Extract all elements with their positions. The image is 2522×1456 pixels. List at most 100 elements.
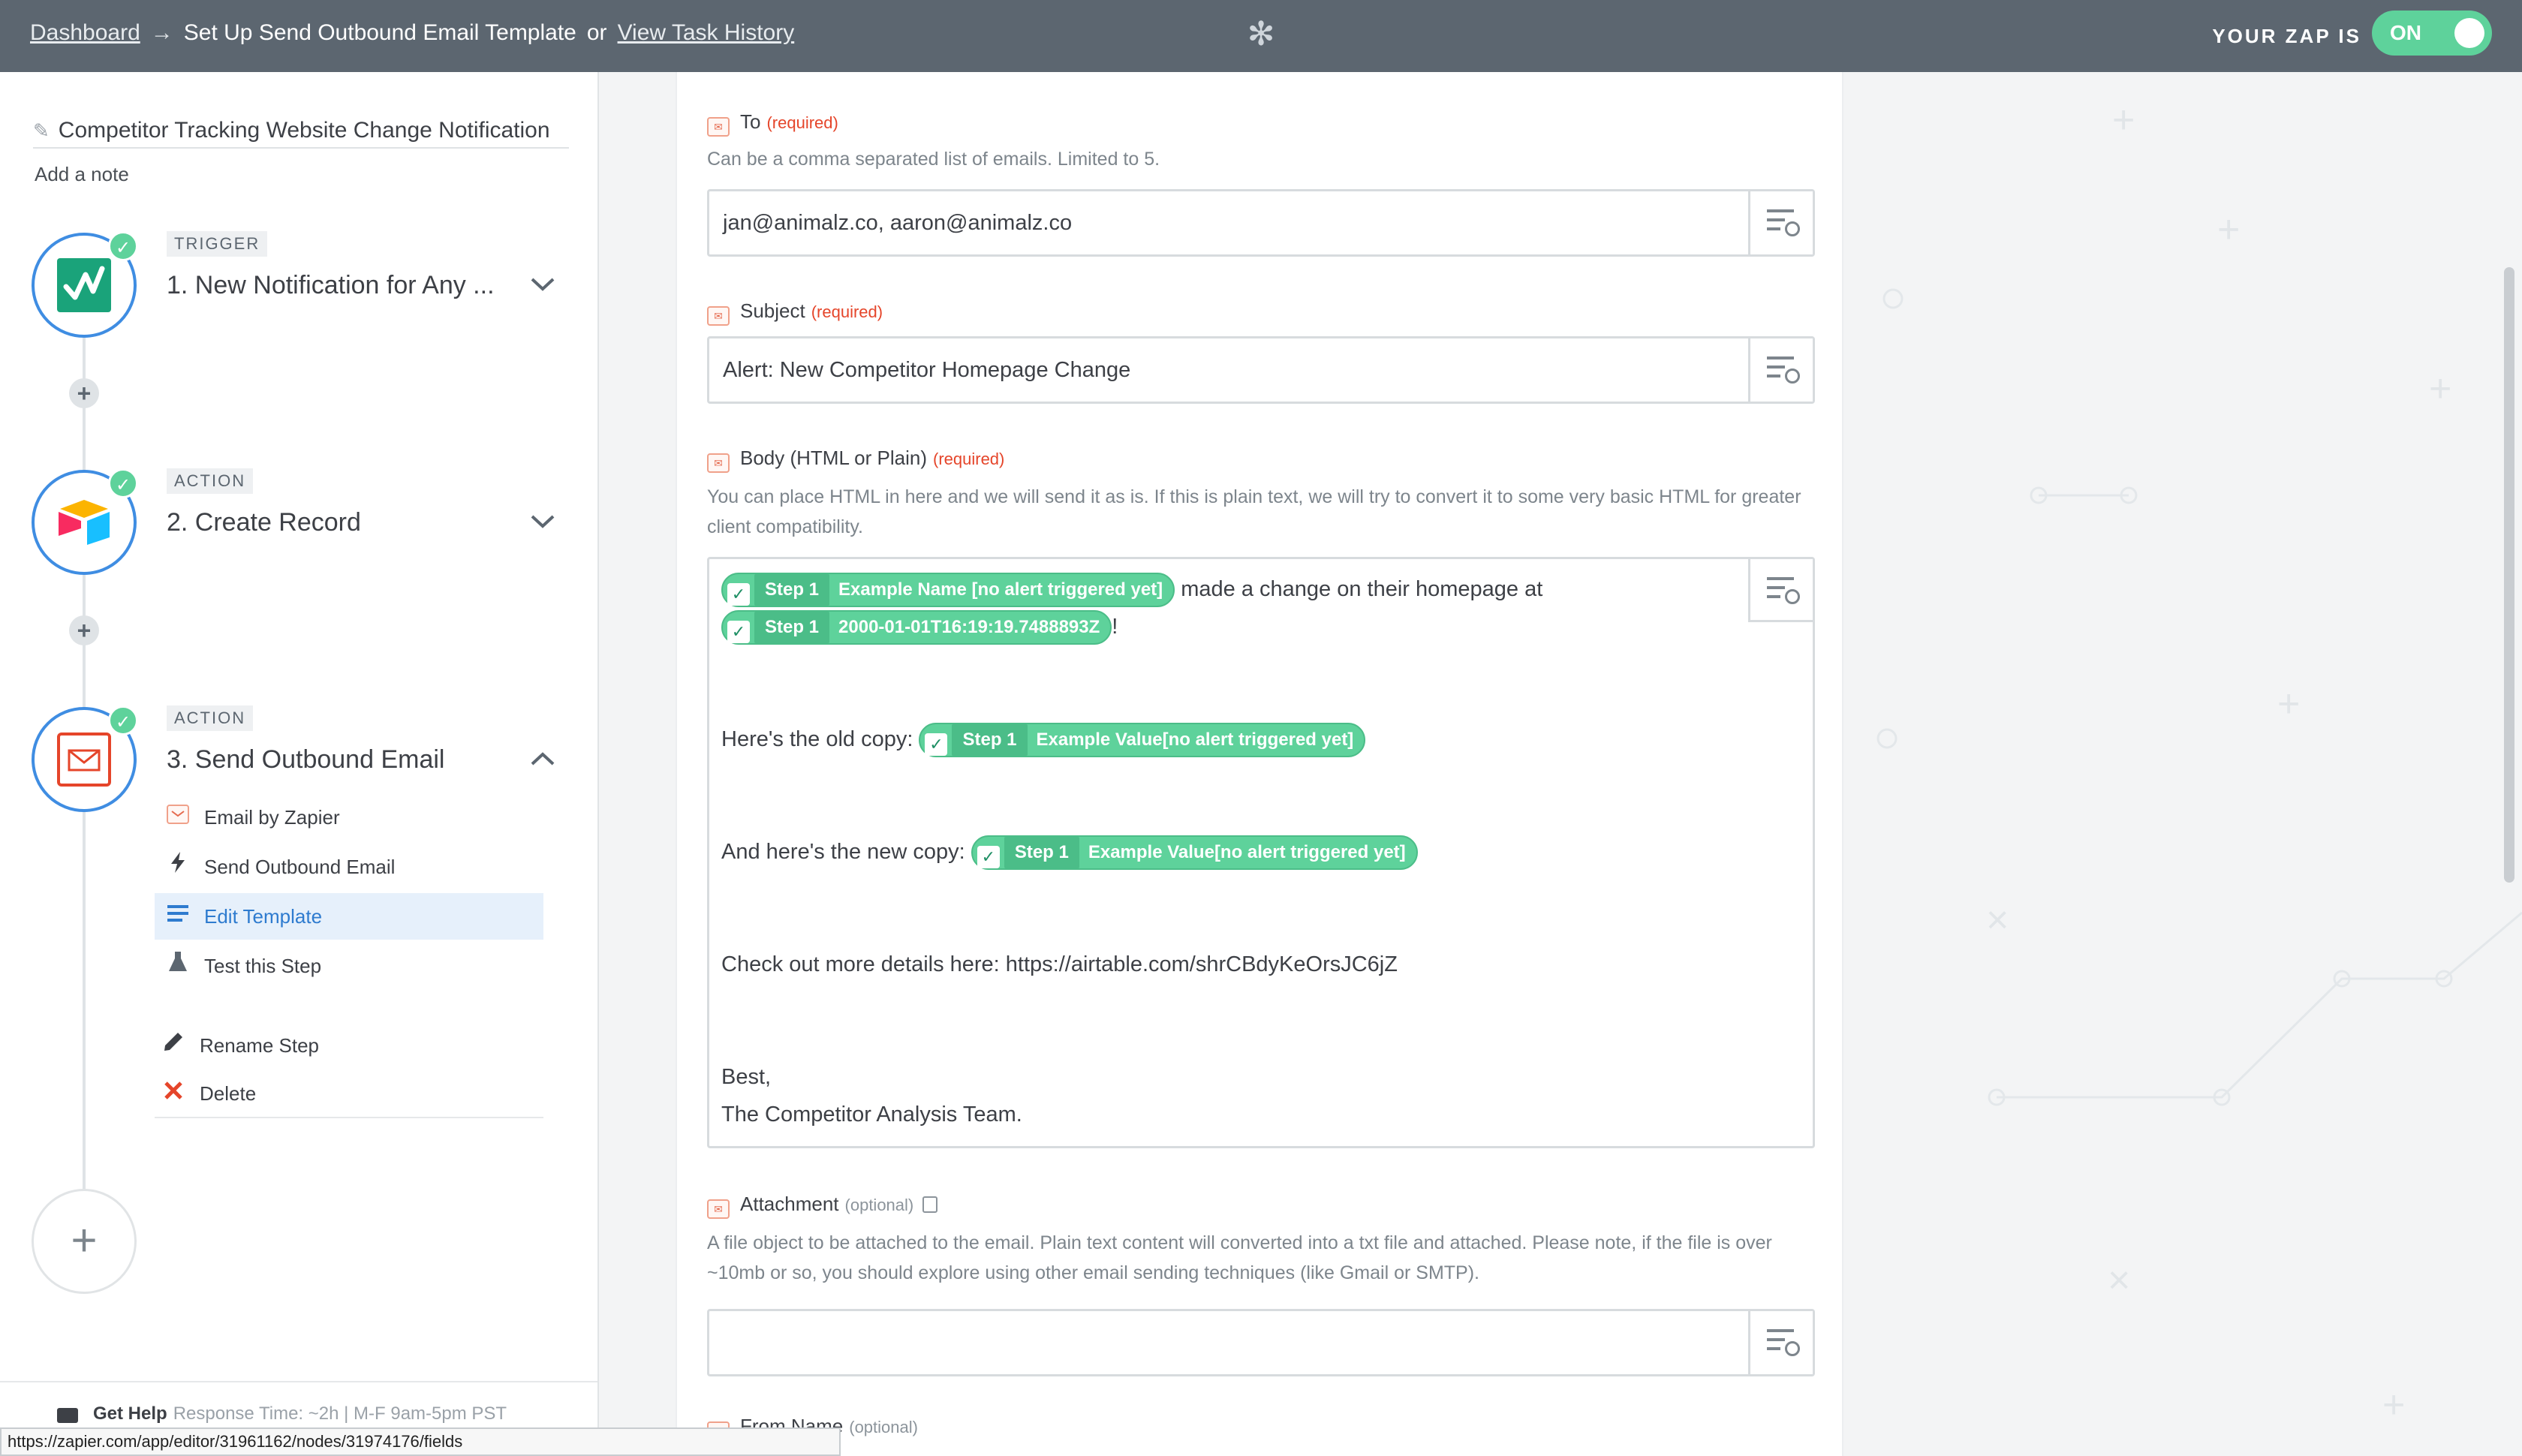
airtable-icon [59,500,110,545]
to-field-label: ✉ To (required) [707,108,838,137]
background-decoration: + + + + × × + [1843,72,2522,1456]
body-line-team: The Competitor Analysis Team. [721,1103,1022,1127]
action-badge: ACTION [167,468,254,494]
email-icon [57,733,111,787]
zapier-logo-icon[interactable]: ✻ [1243,17,1279,53]
field-pill-name[interactable]: ✓ Step 1 Example Name [no alert triggered … [721,573,1175,608]
browser-status-url: https://zapier.com/app/editor/31961162/n… [0,1427,841,1456]
body-line-sign-off: Best, [721,1065,772,1089]
decorative-lines [1876,288,2522,1106]
sub-item-label: Send Outbound Email [204,856,396,878]
page-scrollbar[interactable] [2504,267,2514,883]
pill-step: Step 1 [754,574,830,606]
insert-field-button[interactable] [1748,1311,1813,1374]
email-app-icon: ✉ [707,1199,730,1219]
insert-field-button[interactable] [1748,191,1813,254]
body-label: Body (HTML or Plain) [740,447,927,469]
body-line-new-copy: And here's the new copy: ✓ Step 1 Example … [721,834,1418,871]
visualping-icon: ✓ [977,846,1000,869]
insert-field-icon [1767,208,1800,238]
chat-icon [57,1408,78,1423]
trigger-badge: TRIGGER [167,231,268,257]
sub-item-rename-step[interactable]: Rename Step [150,1022,539,1069]
action-badge: ACTION [167,705,254,731]
add-step-plus-icon[interactable]: + [69,615,99,645]
sub-item-label: Email by Zapier [204,806,340,829]
decor-plus-icon: + [2277,682,2301,726]
email-app-icon: ✉ [707,453,730,473]
to-label: To [740,110,761,133]
chevron-up-icon[interactable] [530,743,555,773]
bolt-icon [165,844,191,890]
breadcrumb: Dashboard → Set Up Send Outbound Email Tem… [30,17,794,50]
template-icon [165,893,191,940]
dashboard-link[interactable]: Dashboard [30,20,140,45]
view-task-history-link[interactable]: View Task History [618,20,795,45]
decor-cross-icon: × [1986,898,2009,942]
insert-field-button[interactable] [1748,338,1813,402]
body-textarea[interactable]: ✓ Step 1 Example Name [no alert triggered … [707,557,1815,1148]
required-tag: (required) [811,302,883,321]
pencil-icon [161,1022,186,1069]
required-tag: (required) [766,113,838,132]
attachment-input[interactable] [707,1309,1815,1376]
get-help-text: Get Help Response Time: ~2h | M-F 9am-5pm… [93,1403,507,1424]
sub-menu-divider [155,1117,543,1118]
flask-icon [165,943,191,989]
body-line-old-copy: Here's the old copy: ✓ Step 1 Example Valu… [721,721,1366,758]
to-value: jan@animalz.co, aaron@animalz.co [723,211,1073,235]
pill-step: Step 1 [952,724,1028,757]
step-complete-check-icon: ✓ [108,231,138,261]
to-help-text: Can be a comma separated list of emails.… [707,149,1160,170]
toggle-knob [2454,18,2484,48]
or-text: or [586,20,607,45]
body-line-details: Check out more details here: https://air… [721,952,1398,976]
insert-field-icon [1767,576,1800,606]
trigger-step-title[interactable]: 1. New Notification for Any ... [167,269,495,302]
subject-label: Subject [740,299,805,322]
field-pill-old-value[interactable]: ✓ Step 1 Example Value[no alert triggered … [919,723,1366,758]
sub-item-test-this-step[interactable]: Test this Step [155,943,543,989]
step-complete-check-icon: ✓ [108,468,138,498]
pill-value: 2000-01-01T16:19:19.7488893Z [838,617,1100,638]
action-step-title-3[interactable]: 3. Send Outbound Email [167,743,444,776]
sub-item-send-outbound-email[interactable]: Send Outbound Email [155,844,543,890]
pill-step: Step 1 [1004,837,1079,869]
optional-tag: (optional) [844,1196,914,1214]
sub-item-label: Delete [200,1082,257,1105]
body-field-label: ✉ Body (HTML or Plain) (required) [707,444,1004,473]
pill-value: Example Value[no alert triggered yet] [1088,842,1406,863]
add-step-plus-icon[interactable]: + [69,378,99,408]
action-step-title-2[interactable]: 2. Create Record [167,506,361,539]
body-text: ! [1112,615,1118,639]
optional-tag: (optional) [849,1418,918,1436]
subject-input[interactable]: Alert: New Competitor Homepage Change [707,336,1815,404]
field-pill-date[interactable]: ✓ Step 1 2000-01-01T16:19:19.7488893Z [721,610,1112,645]
decor-plus-icon: + [2382,1383,2406,1427]
visualping-icon [57,258,111,312]
chevron-down-icon[interactable] [530,269,555,299]
add-step-button[interactable]: + [32,1189,137,1294]
chevron-down-icon[interactable] [530,506,555,536]
email-app-icon [165,794,191,841]
step-complete-check-icon: ✓ [108,705,138,736]
field-pill-new-value[interactable]: ✓ Step 1 Example Value[no alert triggered … [971,835,1418,871]
pill-step: Step 1 [754,612,830,644]
sub-item-email-by-zapier[interactable]: Email by Zapier [155,794,543,841]
decor-plus-icon: + [2429,367,2452,411]
add-note-link[interactable]: Add a note [35,161,129,188]
decor-plus-icon: + [2112,98,2135,142]
doc-icon[interactable] [922,1196,938,1213]
zap-name-field[interactable]: ✎ Competitor Tracking Website Change Noti… [33,116,569,149]
body-text: made a change on their homepage at [1181,577,1543,601]
pencil-icon: ✎ [33,119,50,142]
toggle-label: ON [2390,21,2421,44]
zap-on-toggle[interactable]: ON [2372,11,2492,56]
visualping-icon: ✓ [925,733,948,757]
sub-item-edit-template[interactable]: Edit Template [155,893,543,940]
insert-field-button[interactable] [1748,559,1813,622]
sub-item-delete[interactable]: Delete [150,1070,539,1117]
current-page-title: Set Up Send Outbound Email Template [183,20,576,45]
insert-field-icon [1767,355,1800,385]
to-input[interactable]: jan@animalz.co, aaron@animalz.co [707,189,1815,257]
